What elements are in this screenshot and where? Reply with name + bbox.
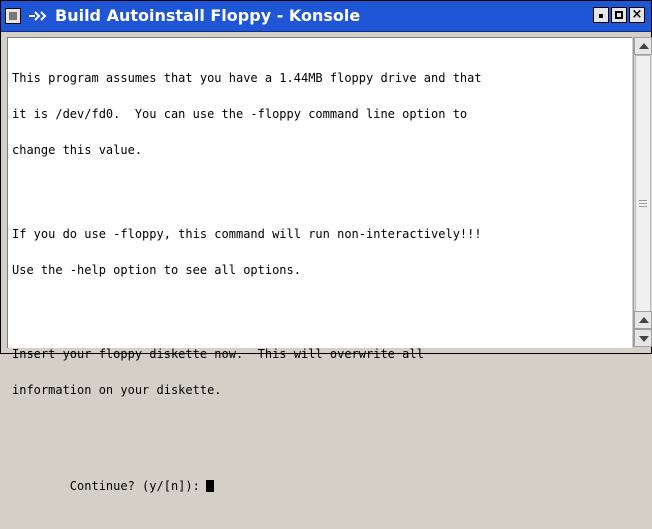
terminal-area[interactable]: This program assumes that you have a 1.4… [7, 37, 632, 492]
scroll-down-arrow-icon[interactable] [634, 329, 652, 347]
terminal-spacer [12, 300, 482, 312]
terminal-line-8: Insert your floppy diskette now. This wi… [12, 347, 424, 361]
scrollbar-grip [639, 200, 647, 201]
terminal-line-3: change this value. [12, 143, 143, 157]
minimize-button[interactable] [593, 7, 609, 23]
text-cursor [205, 480, 214, 492]
maximize-button[interactable] [611, 7, 627, 23]
terminal-line-1: This program assumes that you have a 1.4… [12, 71, 482, 85]
scroll-up-arrow-icon[interactable] [634, 37, 652, 55]
terminal-spacer [12, 420, 482, 432]
terminal-line-6: Use the -help option to see all options. [12, 263, 301, 277]
title-buttons: × [593, 7, 645, 23]
title-left: Build Autoinstall Floppy - Konsole [5, 6, 360, 26]
konsole-window: Build Autoinstall Floppy - Konsole × Thi… [0, 0, 652, 492]
konsole-icon [27, 8, 49, 24]
prompt-line: Continue? (y/[n]): [12, 468, 482, 504]
prompt-text: Continue? (y/[n]): [69, 479, 200, 493]
close-button[interactable]: × [629, 7, 645, 23]
terminal-text: This program assumes that you have a 1.4… [12, 48, 482, 528]
window-title: Build Autoinstall Floppy - Konsole [55, 6, 361, 25]
scrollbar-grip [639, 206, 647, 207]
terminal-line-5: If you do use -floppy, this command will… [12, 227, 482, 241]
title-bar[interactable]: Build Autoinstall Floppy - Konsole × [1, 1, 651, 32]
window-menu-button[interactable] [5, 8, 21, 24]
terminal-line-2: it is /dev/fd0. You can use the -floppy … [12, 107, 468, 121]
terminal-line-9: information on your diskette. [12, 383, 222, 397]
scroll-up-arrow-icon-2[interactable] [634, 311, 652, 329]
vertical-scrollbar[interactable] [633, 37, 652, 347]
scrollbar-thumb[interactable] [635, 55, 651, 315]
terminal-spacer [12, 180, 482, 192]
scrollbar-grip [639, 203, 647, 204]
